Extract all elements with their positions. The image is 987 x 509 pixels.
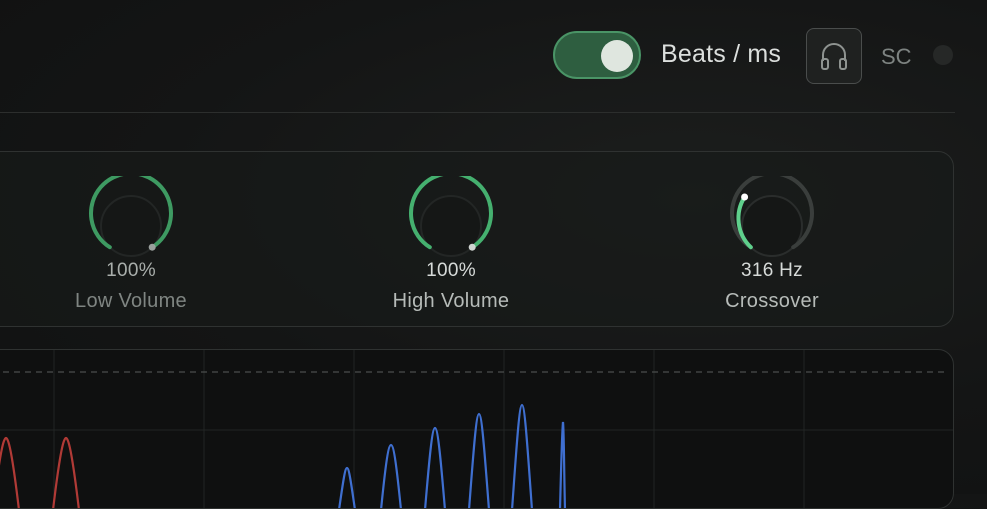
low-volume-value: 100%	[106, 260, 156, 281]
graph-grid	[0, 350, 953, 508]
crossover-value: 316 Hz	[740, 260, 803, 281]
high-volume-label: High Volume	[392, 290, 510, 312]
low-volume-label: Low Volume	[75, 290, 187, 312]
crossover-label: Crossover	[725, 290, 819, 312]
spectrum-canvas	[0, 350, 953, 508]
beats-ms-toggle[interactable]	[553, 31, 641, 79]
top-bar: Beats / ms SC	[0, 0, 987, 112]
high-band-curve	[338, 403, 567, 508]
monitor-button[interactable]	[806, 28, 862, 84]
sidechain-indicator[interactable]	[933, 45, 953, 65]
toggle-knob[interactable]	[601, 40, 633, 72]
spectrum-graph[interactable]	[0, 349, 954, 509]
headphones-icon	[821, 43, 847, 70]
beats-ms-label: Beats / ms	[661, 40, 782, 68]
high-volume-value: 100%	[426, 260, 476, 281]
header-divider	[0, 112, 955, 113]
sidechain-label: SC	[881, 44, 912, 69]
low-band-curve	[0, 436, 80, 508]
